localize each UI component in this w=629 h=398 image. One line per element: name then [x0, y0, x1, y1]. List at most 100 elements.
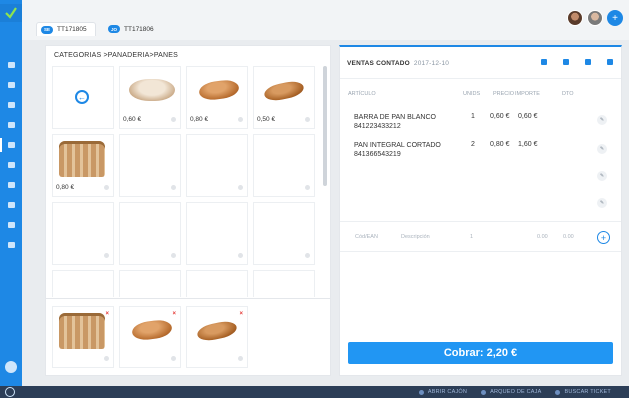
- item-name: PAN INTEGRAL CORTADO: [354, 142, 441, 149]
- product-price: 0,60 €: [123, 116, 142, 123]
- white-bread-image: [129, 79, 175, 101]
- description-input[interactable]: Descripción: [401, 234, 430, 240]
- empty-tile[interactable]: [253, 202, 315, 265]
- search-ticket-button[interactable]: BUSCAR TICKET: [555, 389, 611, 395]
- sale-title: VENTAS CONTADO: [347, 60, 410, 67]
- item-amount: 0,60 €: [518, 113, 538, 120]
- cash-count-button[interactable]: ARQUEO DE CAJA: [481, 389, 541, 395]
- empty-tile[interactable]: [186, 134, 248, 197]
- chart-icon: [7, 162, 15, 168]
- sidebar-item-sales[interactable]: [0, 138, 22, 152]
- sidebar-item-customers[interactable]: [0, 198, 22, 212]
- product-price: 0,80 €: [56, 184, 75, 191]
- pause-icon[interactable]: [541, 59, 547, 65]
- item-name: BARRA DE PAN BLANCO: [354, 114, 436, 121]
- info-icon: [104, 253, 109, 258]
- sidebar-item-transfers[interactable]: [0, 118, 22, 132]
- add-user-button[interactable]: +: [607, 10, 623, 26]
- charge-button[interactable]: Cobrar: 2,20 €: [348, 342, 613, 364]
- edit-icon[interactable]: ✎: [597, 198, 607, 208]
- sale-line-name[interactable]: BARRA DE PAN BLANCO 841223433212: [354, 113, 436, 131]
- sidebar-item-inventory[interactable]: [0, 98, 22, 112]
- product-panel: CATEGORIAS >PANADERIA>PANES ← 0,60 € 0,8…: [45, 45, 331, 376]
- edit-icon[interactable]: ✎: [597, 115, 607, 125]
- open-drawer-button[interactable]: ABRIR CAJÓN: [418, 389, 467, 395]
- sale-header: VENTAS CONTADO 2017-12-10: [347, 60, 449, 67]
- item-units: 2: [471, 141, 475, 148]
- button-label: ARQUEO DE CAJA: [490, 389, 542, 395]
- sidebar-item-home[interactable]: [0, 58, 22, 72]
- wrench-icon: [7, 242, 15, 248]
- empty-tile[interactable]: [119, 270, 181, 297]
- card-icon: [7, 222, 15, 228]
- bread-roll-image: [130, 318, 174, 342]
- app-logo[interactable]: [0, 4, 22, 22]
- col-discount: DTO: [562, 91, 574, 97]
- recent-product-tile[interactable]: ×: [52, 306, 114, 368]
- remove-icon[interactable]: ×: [239, 311, 243, 317]
- recent-product-tile[interactable]: ×: [119, 306, 181, 368]
- item-price: 0,60 €: [490, 113, 510, 120]
- sidebar-item-settings[interactable]: [0, 238, 22, 252]
- sale-line-name[interactable]: PAN INTEGRAL CORTADO 841366543219: [354, 141, 441, 159]
- button-label: BUSCAR TICKET: [564, 389, 611, 395]
- info-icon[interactable]: [238, 117, 243, 122]
- tab-ticket-1[interactable]: SE TT171805: [36, 22, 96, 36]
- empty-tile[interactable]: [186, 202, 248, 265]
- sale-date: 2017-12-10: [413, 60, 450, 67]
- divider: [340, 221, 621, 222]
- col-units: UNIDS: [463, 91, 481, 97]
- customer-icon[interactable]: [563, 59, 569, 65]
- empty-tile[interactable]: [52, 270, 114, 297]
- scrollbar[interactable]: [323, 66, 327, 186]
- remove-icon[interactable]: ×: [172, 311, 176, 317]
- sidebar-nav: [0, 58, 22, 258]
- code-input[interactable]: Cód/EAN: [355, 234, 378, 240]
- product-tile[interactable]: 0,60 €: [119, 66, 181, 129]
- add-line-button[interactable]: +: [597, 231, 610, 244]
- info-icon[interactable]: [104, 356, 109, 361]
- print-icon[interactable]: [585, 59, 591, 65]
- avatar[interactable]: [567, 10, 583, 26]
- boxes-icon: [7, 102, 15, 108]
- empty-tile[interactable]: [119, 202, 181, 265]
- edit-icon[interactable]: ✎: [597, 144, 607, 154]
- price-input[interactable]: 0.00: [537, 234, 548, 240]
- product-tile[interactable]: 0,80 €: [186, 66, 248, 129]
- info-icon: [238, 253, 243, 258]
- recent-product-tile[interactable]: ×: [186, 306, 248, 368]
- sidebar-item-save[interactable]: [0, 78, 22, 92]
- back-tile[interactable]: ←: [52, 66, 114, 129]
- info-icon[interactable]: [104, 185, 109, 190]
- empty-tile[interactable]: [52, 202, 114, 265]
- sidebar-item-reports[interactable]: [0, 158, 22, 172]
- sidebar-item-cards[interactable]: [0, 218, 22, 232]
- bottom-actions: ABRIR CAJÓN ARQUEO DE CAJA BUSCAR TICKET: [418, 386, 611, 398]
- baguette-image: [262, 79, 306, 103]
- quantity-input[interactable]: 1: [470, 234, 473, 240]
- empty-tile[interactable]: [186, 270, 248, 297]
- user-status-icon[interactable]: [5, 361, 17, 373]
- empty-tile[interactable]: [253, 270, 315, 297]
- logout-icon[interactable]: [5, 387, 15, 397]
- info-icon[interactable]: [171, 356, 176, 361]
- empty-tile[interactable]: [119, 134, 181, 197]
- product-tile[interactable]: 0,50 €: [253, 66, 315, 129]
- remove-icon[interactable]: ×: [105, 311, 109, 317]
- delete-icon[interactable]: [607, 59, 613, 65]
- avatar[interactable]: [587, 10, 603, 26]
- col-article: ARTÍCULO: [348, 91, 376, 97]
- amount-input[interactable]: 0.00: [563, 234, 574, 240]
- tab-badge: SE: [41, 25, 54, 34]
- info-icon[interactable]: [171, 117, 176, 122]
- product-grid: ← 0,60 € 0,80 € 0,50 € 0,80 €: [52, 66, 320, 297]
- product-tile[interactable]: 0,80 €: [52, 134, 114, 197]
- tab-ticket-2[interactable]: JO TT171806: [104, 22, 158, 36]
- info-icon[interactable]: [238, 356, 243, 361]
- sidebar-item-currency[interactable]: [0, 178, 22, 192]
- info-icon[interactable]: [305, 117, 310, 122]
- edit-icon[interactable]: ✎: [597, 171, 607, 181]
- empty-tile[interactable]: [253, 134, 315, 197]
- baguette-image: [195, 319, 239, 343]
- bread-roll-image: [197, 78, 241, 102]
